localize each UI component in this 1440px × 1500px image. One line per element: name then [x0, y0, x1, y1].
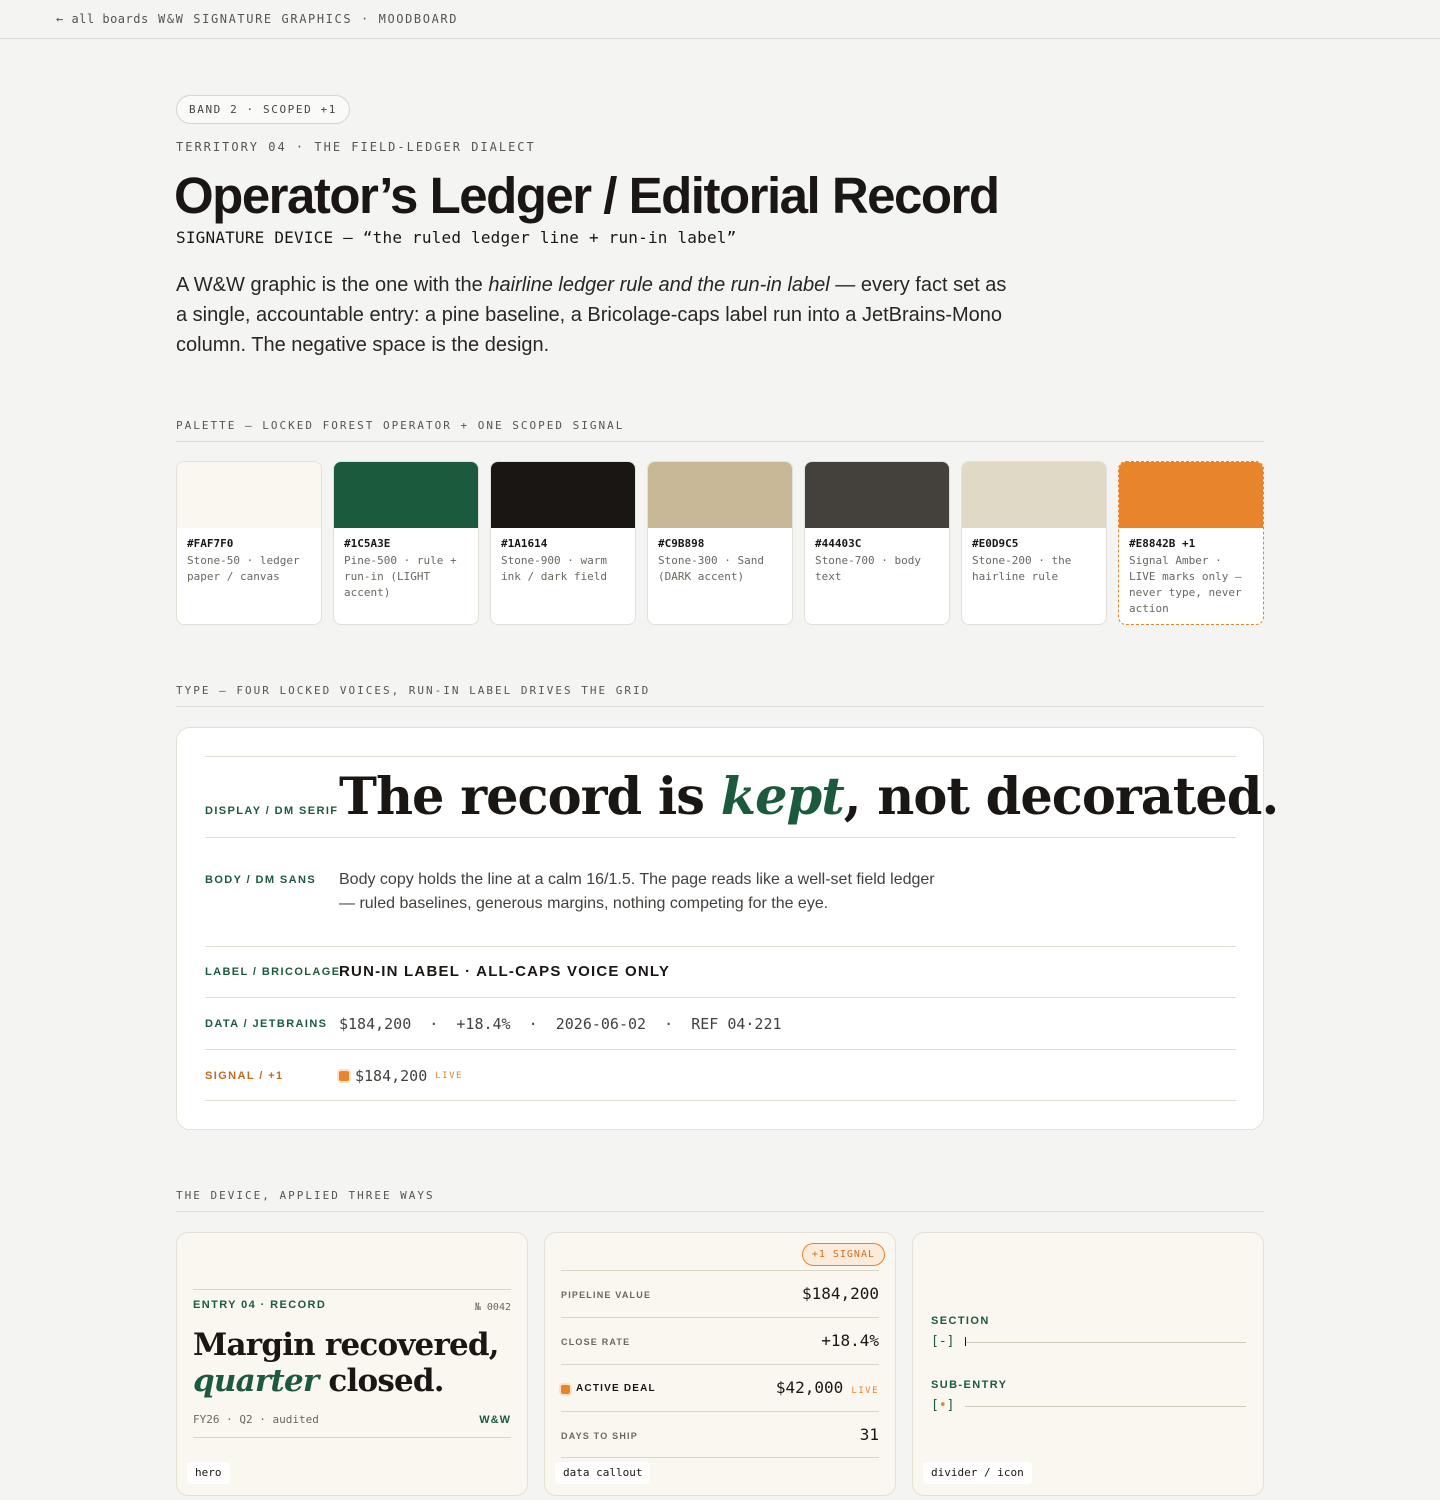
display-emphasis: kept — [720, 767, 845, 827]
type-row-data: DATA / JETBRAINS $184,200 · +18.4% · 202… — [205, 997, 1236, 1049]
sub-entry-rule — [965, 1406, 1246, 1407]
callout-row-live: ACTIVE DEAL $42,000 LIVE — [561, 1364, 879, 1411]
swatch-card: #C9B898 Stone-300 · Sand (DARK accent) — [647, 461, 793, 625]
swatch-hex: #1A1614 — [501, 537, 548, 550]
type-heading: TYPE — FOUR LOCKED VOICES, RUN-IN LABEL … — [176, 684, 1264, 707]
hero-card: ENTRY 04 · RECORD № 0042 Margin recovere… — [176, 1232, 528, 1496]
swatch-card: #E0D9C5 Stone-200 · the hairline rule — [961, 461, 1107, 625]
sub-entry-bracket-icon: [•] — [931, 1398, 955, 1413]
live-dot-icon — [339, 1071, 349, 1081]
ledger-rule — [193, 1437, 511, 1438]
swatch-hex: #C9B898 — [658, 537, 705, 550]
swatch-chip — [962, 462, 1106, 528]
divider-card: SECTION [-] SUB-ENTRY [•] divider / icon — [912, 1232, 1264, 1496]
swatch-card-signal: #E8842B +1 Signal Amber · LIVE marks onl… — [1118, 461, 1264, 625]
swatch-chip — [805, 462, 949, 528]
card-tag: hero — [187, 1462, 230, 1484]
swatch-hex: #FAF7F0 — [187, 537, 234, 550]
section-label: SECTION — [931, 1315, 990, 1327]
section-rule-tick — [965, 1337, 966, 1346]
swatch-desc: Stone-300 · Sand (DARK accent) — [658, 554, 764, 583]
card-tag: data callout — [555, 1462, 651, 1484]
applied-heading: THE DEVICE, APPLIED THREE WAYS — [176, 1189, 1264, 1212]
breadcrumb: W&W SIGNATURE GRAPHICS · MOODBOARD — [158, 12, 459, 26]
swatch-hex: #44403C — [815, 537, 862, 550]
swatch-chip — [334, 462, 478, 528]
top-bar: ← all boards W&W SIGNATURE GRAPHICS · MO… — [0, 0, 1440, 39]
swatch-card: #FAF7F0 Stone-50 · ledger paper / canvas — [176, 461, 322, 625]
type-row-signal: SIGNAL / +1 $184,200 LIVE — [205, 1049, 1236, 1101]
type-row-label: BODY / DM SANS — [205, 874, 317, 886]
swatch-desc: Stone-200 · the hairline rule — [972, 554, 1072, 583]
data-specimen: $184,200 · +18.4% · 2026-06-02 · REF 04·… — [339, 1015, 782, 1033]
callout-value: 31 — [859, 1425, 879, 1444]
signal-pill: +1 SIGNAL — [801, 1243, 885, 1266]
intro-emphasis: hairline ledger rule and the run-in labe… — [488, 274, 830, 296]
swatch-chip — [648, 462, 792, 528]
swatch-card: #1A1614 Stone-900 · warm ink / dark fiel… — [490, 461, 636, 625]
type-specimen-card: DISPLAY / DM SERIF The record is kept, n… — [176, 727, 1279, 1130]
type-row-label: SIGNAL / +1 — [205, 1070, 284, 1082]
live-tag: LIVE — [851, 1386, 879, 1396]
callout-value: $42,000 LIVE — [775, 1378, 879, 1397]
display-specimen: The record is kept, not decorated. — [339, 767, 1279, 827]
entry-label: ENTRY 04 · RECORD — [193, 1299, 327, 1311]
swatch-desc: Stone-50 · ledger paper / canvas — [187, 554, 300, 583]
signature-device: SIGNATURE DEVICE — “the ruled ledger lin… — [176, 228, 737, 247]
ww-mark: W&W — [479, 1414, 511, 1426]
band-badge: BAND 2 · SCOPED +1 — [176, 95, 351, 124]
swatch-chip — [177, 462, 321, 528]
hero-headline: Margin recovered, quarter closed. — [193, 1327, 500, 1399]
card-tag: divider / icon — [923, 1462, 1032, 1484]
signal-value: $184,200 — [355, 1067, 428, 1085]
callout-row: DAYS TO SHIP 31 — [561, 1411, 879, 1458]
callout-label: CLOSE RATE — [561, 1337, 631, 1347]
swatch-hex: #E0D9C5 — [972, 537, 1019, 550]
entry-number: № 0042 — [474, 1302, 511, 1313]
swatch-chip — [491, 462, 635, 528]
ledger-rule — [193, 1289, 511, 1290]
swatch-chip — [1119, 462, 1263, 528]
callout-value: +18.4% — [821, 1331, 879, 1350]
swatch-hex: #1C5A3E — [344, 537, 391, 550]
callout-row: PIPELINE VALUE $184,200 — [561, 1270, 879, 1317]
section-rule — [965, 1342, 1246, 1343]
swatch-desc: Stone-700 · body text — [815, 554, 921, 583]
type-row-label: LABEL / BRICOLAGE — [205, 966, 341, 978]
palette-swatches: #FAF7F0 Stone-50 · ledger paper / canvas… — [176, 461, 1264, 625]
swatch-desc: Pine-500 · rule + run-in (LIGHT accent) — [344, 554, 457, 599]
palette-heading: PALETTE — LOCKED FOREST OPERATOR + ONE S… — [176, 419, 1264, 442]
section-bracket-icon: [-] — [931, 1334, 955, 1349]
sub-entry-label: SUB-ENTRY — [931, 1379, 1008, 1391]
sub-entry-dot-icon: • — [938, 1398, 947, 1413]
swatch-card: #44403C Stone-700 · body text — [804, 461, 950, 625]
swatch-card: #1C5A3E Pine-500 · rule + run-in (LIGHT … — [333, 461, 479, 625]
swatch-desc: Stone-900 · warm ink / dark field — [501, 554, 607, 583]
callout-label: PIPELINE VALUE — [561, 1290, 652, 1300]
live-dot-icon — [561, 1385, 570, 1394]
type-row-display: DISPLAY / DM SERIF The record is kept, n… — [205, 756, 1279, 837]
body-specimen: Body copy holds the line at a calm 16/1.… — [339, 871, 935, 912]
type-row-body: BODY / DM SANS Body copy holds the line … — [205, 837, 1236, 946]
territory-label: TERRITORY 04 · THE FIELD-LEDGER DIALECT — [176, 140, 536, 154]
type-row-label: DATA / JETBRAINS — [205, 1018, 328, 1030]
signal-specimen: $184,200 LIVE — [339, 1067, 463, 1085]
callout-label: ACTIVE DEAL — [576, 1383, 656, 1394]
data-callout-card: +1 SIGNAL PIPELINE VALUE $184,200 CLOSE … — [544, 1232, 896, 1496]
hero-emphasis: quarter — [193, 1363, 319, 1399]
type-row-label: LABEL / BRICOLAGE RUN-IN LABEL · ALL-CAP… — [205, 946, 1236, 997]
label-specimen: RUN-IN LABEL · ALL-CAPS VOICE ONLY — [339, 963, 671, 980]
callout-label: DAYS TO SHIP — [561, 1431, 638, 1441]
hero-meta: FY26 · Q2 · audited — [193, 1413, 319, 1426]
back-to-boards-link[interactable]: ← all boards — [56, 12, 149, 26]
swatch-desc: Signal Amber · LIVE marks only — never t… — [1129, 554, 1242, 615]
live-tag: LIVE — [435, 1071, 463, 1081]
page-title: Operator’s Ledger / Editorial Record — [174, 167, 1000, 224]
type-row-label: DISPLAY / DM SERIF — [205, 805, 339, 817]
callout-value: $184,200 — [801, 1284, 879, 1303]
swatch-hex: #E8842B +1 — [1129, 537, 1196, 550]
intro-paragraph: A W&W graphic is the one with the hairli… — [176, 274, 1007, 356]
callout-row: CLOSE RATE +18.4% — [561, 1317, 879, 1364]
